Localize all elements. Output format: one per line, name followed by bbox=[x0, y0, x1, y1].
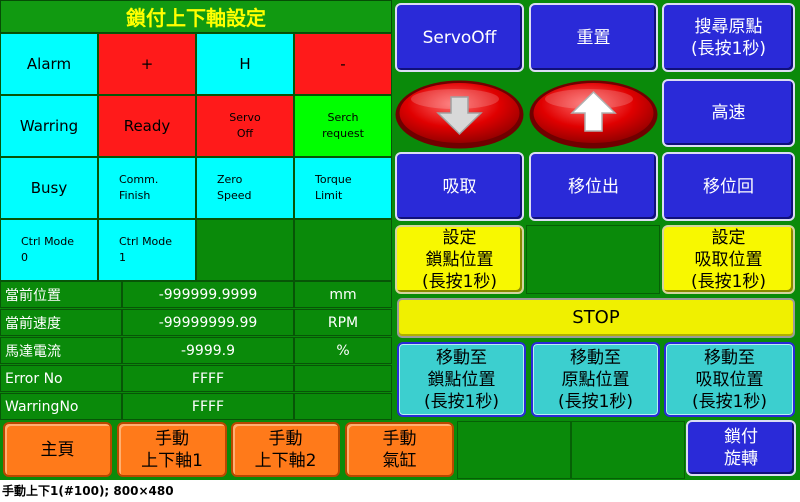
indicator-minus-limit: - bbox=[294, 33, 392, 95]
move-to-lock-position-button[interactable]: 移動至 鎖點位置 (長按1秒) bbox=[397, 342, 526, 417]
indicator-warning: Warring bbox=[0, 95, 98, 157]
nav-manual-axis1-button[interactable]: 手動 上下軸1 bbox=[117, 422, 227, 477]
set-suction-position-button[interactable]: 設定 吸取位置 (長按1秒) bbox=[662, 225, 795, 294]
readout-label: 當前速度 bbox=[0, 309, 122, 336]
suction-button[interactable]: 吸取 bbox=[395, 152, 524, 221]
indicator-empty bbox=[196, 219, 294, 281]
readout-label: 當前位置 bbox=[0, 281, 122, 308]
high-speed-button[interactable]: 高速 bbox=[662, 79, 795, 147]
jog-up-button[interactable] bbox=[527, 79, 660, 150]
readout-label: WarringNo bbox=[0, 393, 122, 420]
nav-empty-slot bbox=[457, 421, 571, 479]
readout-unit: % bbox=[294, 337, 392, 364]
empty-slot bbox=[526, 225, 660, 294]
readout-unit bbox=[294, 365, 392, 392]
readout-value-position: -999999.9999 bbox=[122, 281, 294, 308]
arrow-up-icon bbox=[529, 80, 658, 149]
indicator-ctrl-mode-0: Ctrl Mode 0 bbox=[0, 219, 98, 281]
indicator-empty bbox=[294, 219, 392, 281]
move-back-button[interactable]: 移位回 bbox=[662, 152, 795, 221]
page-title: 鎖付上下軸設定 bbox=[0, 0, 392, 33]
indicator-ready: Ready bbox=[98, 95, 196, 157]
indicator-plus-limit: + bbox=[98, 33, 196, 95]
readout-label: 馬達電流 bbox=[0, 337, 122, 364]
servo-off-button[interactable]: ServoOff bbox=[395, 3, 524, 72]
readout-unit: mm bbox=[294, 281, 392, 308]
search-origin-button[interactable]: 搜尋原點 (長按1秒) bbox=[662, 3, 795, 72]
move-out-button[interactable]: 移位出 bbox=[529, 152, 658, 221]
readout-label: Error No bbox=[0, 365, 122, 392]
indicator-busy: Busy bbox=[0, 157, 98, 219]
indicator-search-request: Serch request bbox=[294, 95, 392, 157]
arrow-down-icon bbox=[395, 80, 524, 149]
nav-lock-rotate-button[interactable]: 鎖付 旋轉 bbox=[686, 420, 796, 476]
status-line: 手動上下1(#100); 800×480 bbox=[2, 484, 174, 498]
stop-button[interactable]: STOP bbox=[397, 298, 795, 338]
indicator-comm-finish: Comm. Finish bbox=[98, 157, 196, 219]
readout-unit bbox=[294, 393, 392, 420]
readout-unit: RPM bbox=[294, 309, 392, 336]
indicator-ctrl-mode-1: Ctrl Mode 1 bbox=[98, 219, 196, 281]
nav-manual-cylinder-button[interactable]: 手動 氣缸 bbox=[345, 422, 454, 477]
readout-value-speed: -99999999.99 bbox=[122, 309, 294, 336]
nav-empty-slot bbox=[571, 421, 685, 479]
jog-down-button[interactable] bbox=[393, 79, 526, 150]
move-to-suction-position-button[interactable]: 移動至 吸取位置 (長按1秒) bbox=[664, 342, 795, 417]
readout-value-error-no: FFFF bbox=[122, 365, 294, 392]
readout-value-warning-no: FFFF bbox=[122, 393, 294, 420]
indicator-home: H bbox=[196, 33, 294, 95]
indicator-zero-speed: Zero Speed bbox=[196, 157, 294, 219]
reset-button[interactable]: 重置 bbox=[529, 3, 658, 72]
indicator-torque-limit: Torque Limit bbox=[294, 157, 392, 219]
set-lock-position-button[interactable]: 設定 鎖點位置 (長按1秒) bbox=[395, 225, 524, 294]
hmi-screen: 鎖付上下軸設定 Alarm + H - Warring Ready Servo O… bbox=[0, 0, 800, 480]
move-to-origin-position-button[interactable]: 移動至 原點位置 (長按1秒) bbox=[531, 342, 660, 417]
nav-manual-axis2-button[interactable]: 手動 上下軸2 bbox=[231, 422, 340, 477]
indicator-servo-off: Servo Off bbox=[196, 95, 294, 157]
readout-value-current: -9999.9 bbox=[122, 337, 294, 364]
indicator-alarm: Alarm bbox=[0, 33, 98, 95]
nav-home-button[interactable]: 主頁 bbox=[3, 422, 112, 477]
